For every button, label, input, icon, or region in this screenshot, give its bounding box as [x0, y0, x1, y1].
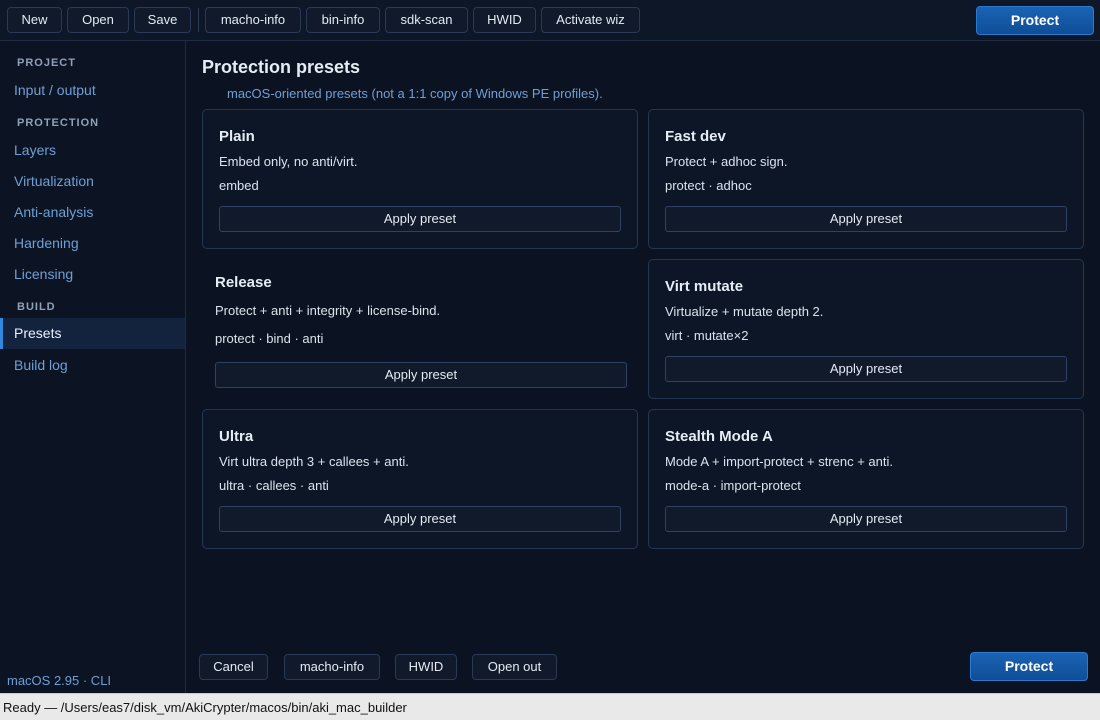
status-bar: Ready — /Users/eas7/disk_vm/AkiCrypter/m… [0, 693, 1100, 720]
sidebar: PROJECT Input / output PROTECTION Layers… [0, 41, 186, 693]
preset-title: Release [215, 274, 272, 291]
bin-info-button[interactable]: bin-info [306, 7, 380, 33]
sidebar-item-build-log[interactable]: Build log [0, 350, 185, 381]
preset-description: Protect + anti + integrity + license-bin… [215, 303, 441, 318]
preset-card-stealth-mode-a: Stealth Mode A Mode A + import-protect +… [648, 409, 1084, 549]
preset-title: Fast dev [665, 128, 726, 145]
macho-info-button-bottom[interactable]: macho-info [284, 654, 380, 680]
sidebar-item-hardening[interactable]: Hardening [0, 228, 185, 259]
toolbar-separator [198, 8, 199, 32]
preset-card-plain: Plain Embed only, no anti/virt. embed Ap… [202, 109, 638, 249]
preset-description: Virtualize + mutate depth 2. [665, 304, 824, 319]
preset-title: Virt mutate [665, 278, 744, 295]
apply-preset-button[interactable]: Apply preset [665, 206, 1067, 232]
top-toolbar: New Open Save macho-info bin-info sdk-sc… [0, 0, 1100, 41]
preset-description: Protect + adhoc sign. [665, 154, 788, 169]
sidebar-heading-project: PROJECT [17, 57, 76, 69]
save-button[interactable]: Save [134, 7, 191, 33]
sdk-scan-button[interactable]: sdk-scan [385, 7, 468, 33]
version-label: macOS 2.95 · CLI [7, 673, 112, 688]
apply-preset-button[interactable]: Apply preset [219, 506, 621, 532]
preset-card-ultra: Ultra Virt ultra depth 3 + callees + ant… [202, 409, 638, 549]
preset-tags: embed [219, 178, 259, 193]
sidebar-item-presets[interactable]: Presets [0, 318, 185, 349]
preset-tags: mode-a · import-protect [665, 478, 801, 493]
apply-preset-button[interactable]: Apply preset [215, 362, 627, 388]
page-title: Protection presets [202, 57, 361, 77]
preset-tags: ultra · callees · anti [219, 478, 329, 493]
sidebar-item-virtualization[interactable]: Virtualization [0, 166, 185, 197]
preset-tags: protect · bind · anti [215, 331, 324, 346]
preset-card-fast-dev: Fast dev Protect + adhoc sign. protect ·… [648, 109, 1084, 249]
sidebar-heading-protection: PROTECTION [17, 117, 100, 129]
protect-button-bottom[interactable]: Protect [970, 652, 1088, 681]
preset-description: Embed only, no anti/virt. [219, 154, 358, 169]
sidebar-item-input-output[interactable]: Input / output [0, 75, 185, 106]
preset-card-release: Release Protect + anti + integrity + lic… [202, 259, 638, 399]
open-out-button[interactable]: Open out [472, 654, 557, 680]
preset-card-virt-mutate: Virt mutate Virtualize + mutate depth 2.… [648, 259, 1084, 399]
preset-tags: virt · mutate×2 [665, 328, 749, 343]
sidebar-item-anti-analysis[interactable]: Anti-analysis [0, 197, 185, 228]
apply-preset-button[interactable]: Apply preset [665, 356, 1067, 382]
preset-tags: protect · adhoc [665, 178, 752, 193]
sidebar-heading-build: BUILD [17, 301, 56, 313]
activate-wiz-button[interactable]: Activate wiz [541, 7, 640, 33]
apply-preset-button[interactable]: Apply preset [219, 206, 621, 232]
hwid-button-bottom[interactable]: HWID [395, 654, 457, 680]
sidebar-item-layers[interactable]: Layers [0, 135, 185, 166]
apply-preset-button[interactable]: Apply preset [665, 506, 1067, 532]
preset-description: Virt ultra depth 3 + callees + anti. [219, 454, 409, 469]
preset-title: Ultra [219, 428, 254, 445]
new-button[interactable]: New [7, 7, 62, 33]
cancel-button[interactable]: Cancel [199, 654, 268, 680]
preset-title: Plain [219, 128, 255, 145]
preset-description: Mode A + import-protect + strenc + anti. [665, 454, 893, 469]
open-button[interactable]: Open [67, 7, 129, 33]
hwid-button[interactable]: HWID [473, 7, 536, 33]
macho-info-button[interactable]: macho-info [205, 7, 301, 33]
protect-button-top[interactable]: Protect [976, 6, 1094, 35]
page-subtitle: macOS-oriented presets (not a 1:1 copy o… [227, 86, 603, 101]
sidebar-item-licensing[interactable]: Licensing [0, 259, 185, 290]
preset-title: Stealth Mode A [665, 428, 773, 445]
